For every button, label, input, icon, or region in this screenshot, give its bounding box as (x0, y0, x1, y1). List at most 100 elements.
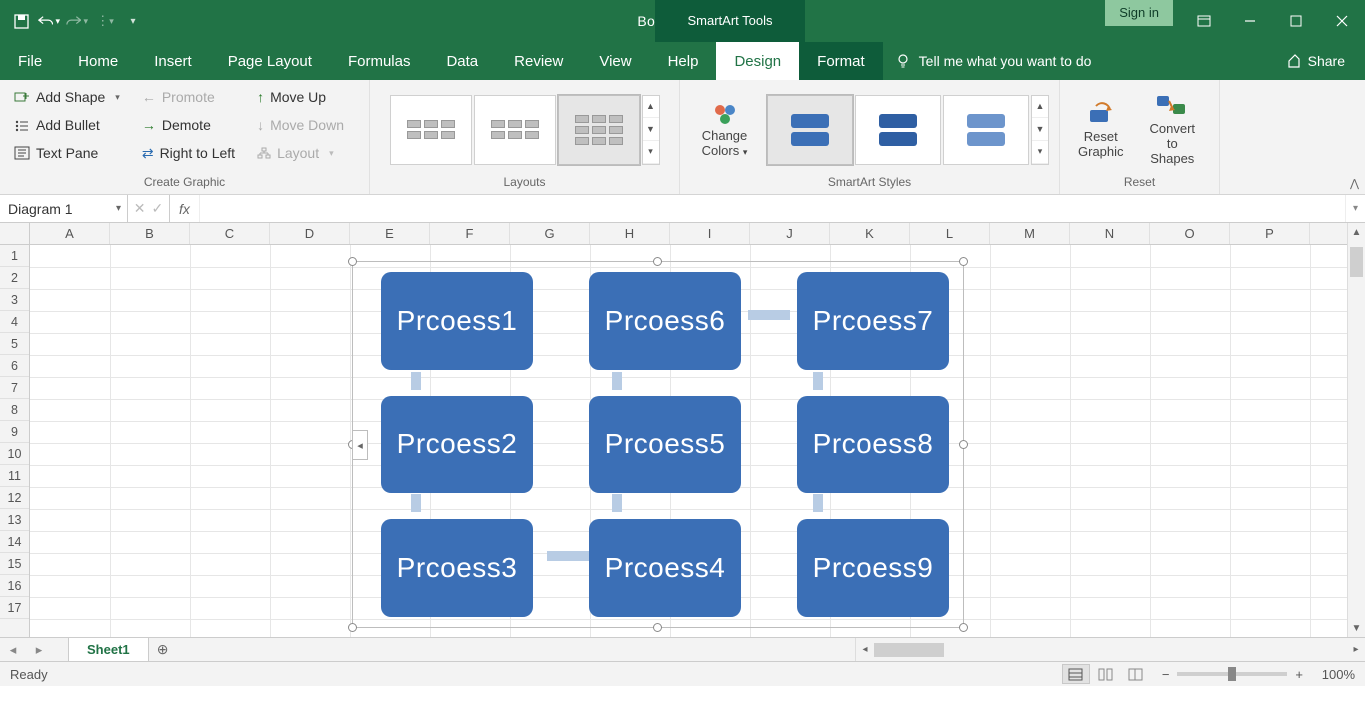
maximize-icon[interactable] (1273, 0, 1319, 42)
row-header[interactable]: 12 (0, 487, 29, 509)
fx-label[interactable]: fx (170, 195, 200, 222)
text-pane-expander[interactable]: ◂ (352, 430, 368, 460)
vertical-scrollbar[interactable]: ▲ ▼ (1347, 223, 1365, 637)
gallery-more-icon[interactable]: ▾ (1032, 141, 1048, 164)
sheet-nav-prev-icon[interactable]: ◂ (0, 638, 26, 661)
smartart-box-9[interactable]: Prcoess9 (797, 519, 949, 617)
zoom-percent[interactable]: 100% (1311, 667, 1355, 682)
add-bullet-button[interactable]: Add Bullet (10, 112, 124, 138)
smartart-box-6[interactable]: Prcoess8 (797, 396, 949, 494)
convert-to-shapes-button[interactable]: Convert to Shapes (1136, 88, 1209, 171)
smartart-box-1[interactable]: Prcoess1 (381, 272, 533, 370)
qat-customize-icon[interactable]: ▾ (122, 10, 144, 32)
column-header[interactable]: E (350, 223, 430, 244)
chevron-down-icon[interactable]: ▾ (116, 203, 121, 214)
column-header[interactable]: A (30, 223, 110, 244)
column-header[interactable]: P (1230, 223, 1310, 244)
column-header[interactable]: M (990, 223, 1070, 244)
cancel-icon[interactable]: ✕ (134, 200, 146, 217)
gallery-down-icon[interactable]: ▼ (643, 118, 659, 141)
view-normal-icon[interactable] (1062, 664, 1090, 684)
row-header[interactable]: 6 (0, 355, 29, 377)
tab-format[interactable]: Format (799, 42, 883, 80)
column-header[interactable]: N (1070, 223, 1150, 244)
layout-thumb-1[interactable] (390, 95, 472, 165)
resize-handle-n[interactable] (653, 257, 662, 266)
view-page-layout-icon[interactable] (1092, 664, 1120, 684)
column-header[interactable]: B (110, 223, 190, 244)
column-header[interactable]: F (430, 223, 510, 244)
row-header[interactable]: 10 (0, 443, 29, 465)
minimize-icon[interactable] (1227, 0, 1273, 42)
column-header[interactable]: G (510, 223, 590, 244)
column-header[interactable]: K (830, 223, 910, 244)
tab-review[interactable]: Review (496, 42, 581, 80)
style-thumb-1[interactable] (767, 95, 853, 165)
scroll-right-icon[interactable]: ▸ (1347, 644, 1365, 655)
zoom-in-icon[interactable]: + (1295, 667, 1303, 682)
row-header[interactable]: 16 (0, 575, 29, 597)
formula-input[interactable] (200, 195, 1345, 222)
style-thumb-3[interactable] (943, 95, 1029, 165)
row-header[interactable]: 2 (0, 267, 29, 289)
style-thumb-2[interactable] (855, 95, 941, 165)
move-down-button[interactable]: ↓Move Down (253, 112, 348, 138)
column-header[interactable]: O (1150, 223, 1230, 244)
promote-button[interactable]: ←Promote (138, 84, 239, 110)
demote-button[interactable]: →Demote (138, 112, 239, 138)
row-header[interactable]: 8 (0, 399, 29, 421)
row-header[interactable]: 5 (0, 333, 29, 355)
layout-thumb-3[interactable] (558, 95, 640, 165)
enter-icon[interactable]: ✓ (152, 200, 164, 217)
column-header[interactable]: I (670, 223, 750, 244)
sheet-tab-active[interactable]: Sheet1 (68, 637, 149, 661)
column-header[interactable]: L (910, 223, 990, 244)
tell-me-search[interactable]: Tell me what you want to do (883, 42, 1104, 80)
scroll-thumb[interactable] (1350, 247, 1363, 277)
column-header[interactable]: D (270, 223, 350, 244)
column-header[interactable]: C (190, 223, 270, 244)
tab-formulas[interactable]: Formulas (330, 42, 429, 80)
gallery-down-icon[interactable]: ▼ (1032, 118, 1048, 141)
resize-handle-se[interactable] (959, 623, 968, 632)
layout-thumb-2[interactable] (474, 95, 556, 165)
layout-button[interactable]: Layout▾ (253, 140, 348, 166)
tab-file[interactable]: File (0, 42, 60, 80)
smartart-box-8[interactable]: Prcoess4 (589, 519, 741, 617)
reset-graphic-button[interactable]: Reset Graphic (1070, 96, 1132, 164)
smartart-box-2[interactable]: Prcoess6 (589, 272, 741, 370)
gallery-more-icon[interactable]: ▾ (643, 141, 659, 164)
collapse-ribbon-icon[interactable]: ⋀ (1350, 177, 1359, 190)
close-icon[interactable] (1319, 0, 1365, 42)
redo-icon[interactable]: ▾ (66, 10, 88, 32)
resize-handle-nw[interactable] (348, 257, 357, 266)
zoom-out-icon[interactable]: − (1162, 667, 1170, 682)
tab-page-layout[interactable]: Page Layout (210, 42, 330, 80)
row-header[interactable]: 7 (0, 377, 29, 399)
resize-handle-s[interactable] (653, 623, 662, 632)
share-button[interactable]: Share (1267, 42, 1365, 80)
resize-handle-e[interactable] (959, 440, 968, 449)
smartart-box-7[interactable]: Prcoess3 (381, 519, 533, 617)
smartart-object[interactable]: ◂ Prcoess1 Prcoess6 Prcoess7 Prcoess2 Pr… (352, 261, 964, 628)
add-shape-button[interactable]: Add Shape▾ (10, 84, 124, 110)
undo-icon[interactable]: ▾ (38, 10, 60, 32)
zoom-thumb[interactable] (1228, 667, 1236, 681)
scroll-down-icon[interactable]: ▼ (1348, 619, 1365, 637)
gallery-up-icon[interactable]: ▲ (1032, 96, 1048, 119)
qat-menu-icon[interactable]: ⋮▾ (94, 10, 116, 32)
row-header[interactable]: 13 (0, 509, 29, 531)
scroll-up-icon[interactable]: ▲ (1348, 223, 1365, 241)
tab-insert[interactable]: Insert (136, 42, 210, 80)
row-header[interactable]: 1 (0, 245, 29, 267)
smartart-box-5[interactable]: Prcoess5 (589, 396, 741, 494)
zoom-slider[interactable] (1177, 672, 1287, 676)
change-colors-button[interactable]: Change Colors ▾ (690, 97, 759, 163)
name-box[interactable]: Diagram 1▾ (0, 195, 128, 222)
save-icon[interactable] (10, 10, 32, 32)
horizontal-scrollbar[interactable]: ◂ ▸ (855, 638, 1365, 661)
row-header[interactable]: 11 (0, 465, 29, 487)
tab-home[interactable]: Home (60, 42, 136, 80)
sign-in-button[interactable]: Sign in (1105, 0, 1173, 26)
select-all-corner[interactable] (0, 223, 30, 245)
